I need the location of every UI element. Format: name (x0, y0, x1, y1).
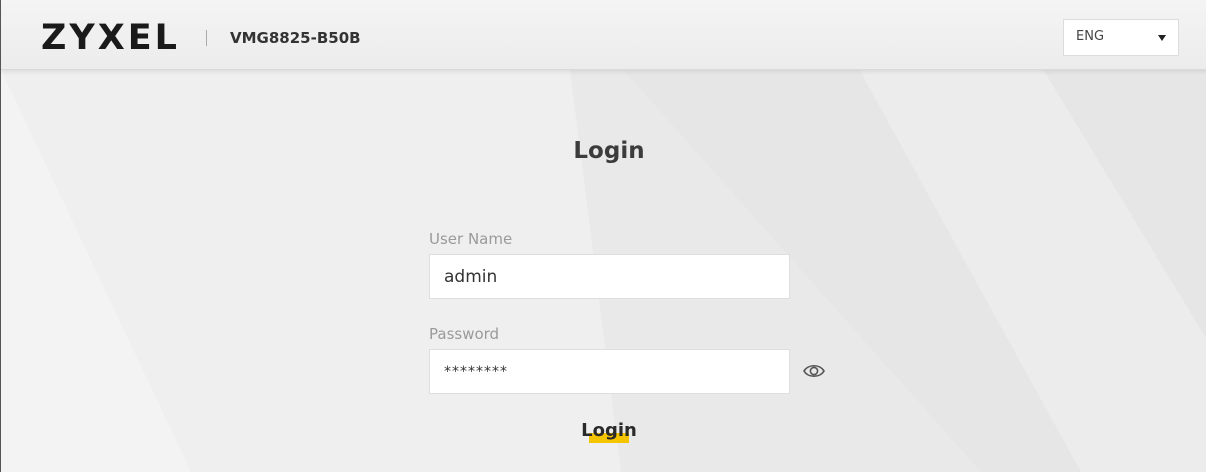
background-diagonal-shapes (1, 0, 1206, 472)
login-button[interactable]: Login (561, 417, 657, 451)
eye-icon[interactable] (802, 361, 826, 381)
chevron-down-icon (1158, 35, 1166, 41)
username-label: User Name (429, 230, 513, 248)
zyxel-logo: ZYXEL (41, 18, 180, 58)
password-input[interactable] (429, 349, 790, 394)
login-page: ZYXEL VMG8825-B50B ENG Login User Name P… (0, 0, 1206, 472)
username-input[interactable] (429, 254, 790, 299)
login-title: Login (573, 138, 645, 164)
header-divider (206, 30, 207, 46)
password-label: Password (429, 325, 500, 343)
login-button-label: Login (581, 420, 637, 441)
language-selected-value: ENG (1076, 29, 1105, 44)
top-header-bar: ZYXEL VMG8825-B50B ENG (1, 0, 1206, 70)
language-select[interactable]: ENG (1063, 19, 1179, 56)
device-model-name: VMG8825-B50B (230, 29, 361, 47)
